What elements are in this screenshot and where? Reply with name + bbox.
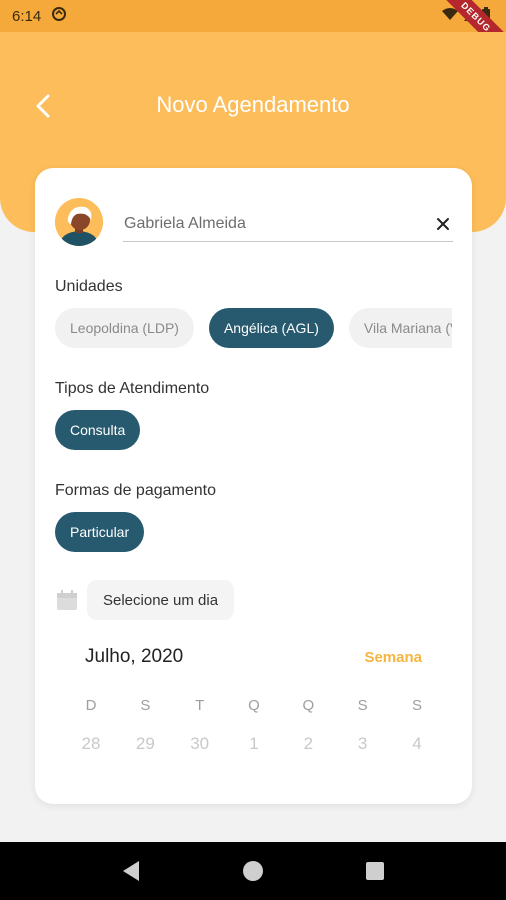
weekday-label: T bbox=[195, 697, 205, 714]
close-icon[interactable] bbox=[433, 214, 453, 234]
tipos-chip-row: Consulta bbox=[55, 410, 452, 450]
tipos-label: Tipos de Atendimento bbox=[55, 380, 210, 397]
avatar bbox=[55, 198, 103, 246]
unidades-label: Unidades bbox=[55, 278, 123, 295]
calendar-day[interactable]: 28 bbox=[64, 734, 118, 754]
nav-back-icon[interactable] bbox=[111, 851, 151, 891]
calendar-day[interactable]: 1 bbox=[227, 734, 281, 754]
calendar-day[interactable]: 4 bbox=[390, 734, 444, 754]
unidades-chip-row: Leopoldina (LDP) Angélica (AGL) Vila Mar… bbox=[55, 308, 452, 348]
sync-icon bbox=[51, 6, 67, 26]
calendar-icon bbox=[55, 588, 79, 612]
nav-home-icon[interactable] bbox=[233, 851, 273, 891]
system-navigation-bar bbox=[0, 842, 506, 900]
weekday-label: D bbox=[85, 697, 97, 714]
chip-pagamento-particular[interactable]: Particular bbox=[55, 512, 145, 552]
date-selector: Selecione um dia bbox=[55, 580, 235, 620]
nav-recents-icon[interactable] bbox=[355, 851, 395, 891]
calendar-weekday-header: D S T Q Q S S bbox=[64, 697, 444, 714]
chip-tipo-consulta[interactable]: Consulta bbox=[55, 410, 141, 450]
calendar-format-toggle[interactable]: Semana bbox=[364, 649, 422, 666]
status-bar: 6:14 DEBUG bbox=[0, 0, 506, 66]
calendar-day[interactable]: 2 bbox=[281, 734, 335, 754]
chip-unidade-angelica[interactable]: Angélica (AGL) bbox=[208, 308, 334, 348]
status-time: 6:14 bbox=[12, 7, 42, 25]
weekday-label: S bbox=[411, 697, 422, 714]
weekday-label: S bbox=[140, 697, 151, 714]
calendar-day[interactable]: 3 bbox=[336, 734, 390, 754]
select-day-button[interactable]: Selecione um dia bbox=[87, 580, 235, 620]
weekday-label: Q bbox=[248, 697, 260, 714]
pagamento-chip-row: Particular bbox=[55, 512, 452, 552]
calendar-day[interactable]: 30 bbox=[173, 734, 227, 754]
calendar-month-label: Julho, 2020 bbox=[85, 646, 184, 667]
patient-name-value: Gabriela Almeida bbox=[124, 214, 246, 232]
calendar-day[interactable]: 29 bbox=[118, 734, 172, 754]
chip-unidade-vila-mariana[interactable]: Vila Mariana (VLM) bbox=[348, 308, 452, 348]
patient-name-field[interactable]: Gabriela Almeida bbox=[123, 206, 453, 242]
calendar-week-row: 28 29 30 1 2 3 4 bbox=[64, 734, 444, 754]
appointment-form-card: Gabriela Almeida Unidades Leopoldina (LD… bbox=[35, 168, 472, 804]
page-title: Novo Agendamento bbox=[156, 92, 350, 117]
pagamento-label: Formas de pagamento bbox=[55, 482, 216, 499]
weekday-label: Q bbox=[302, 697, 315, 714]
chip-unidade-leopoldina[interactable]: Leopoldina (LDP) bbox=[55, 308, 194, 348]
weekday-label: S bbox=[357, 697, 368, 714]
